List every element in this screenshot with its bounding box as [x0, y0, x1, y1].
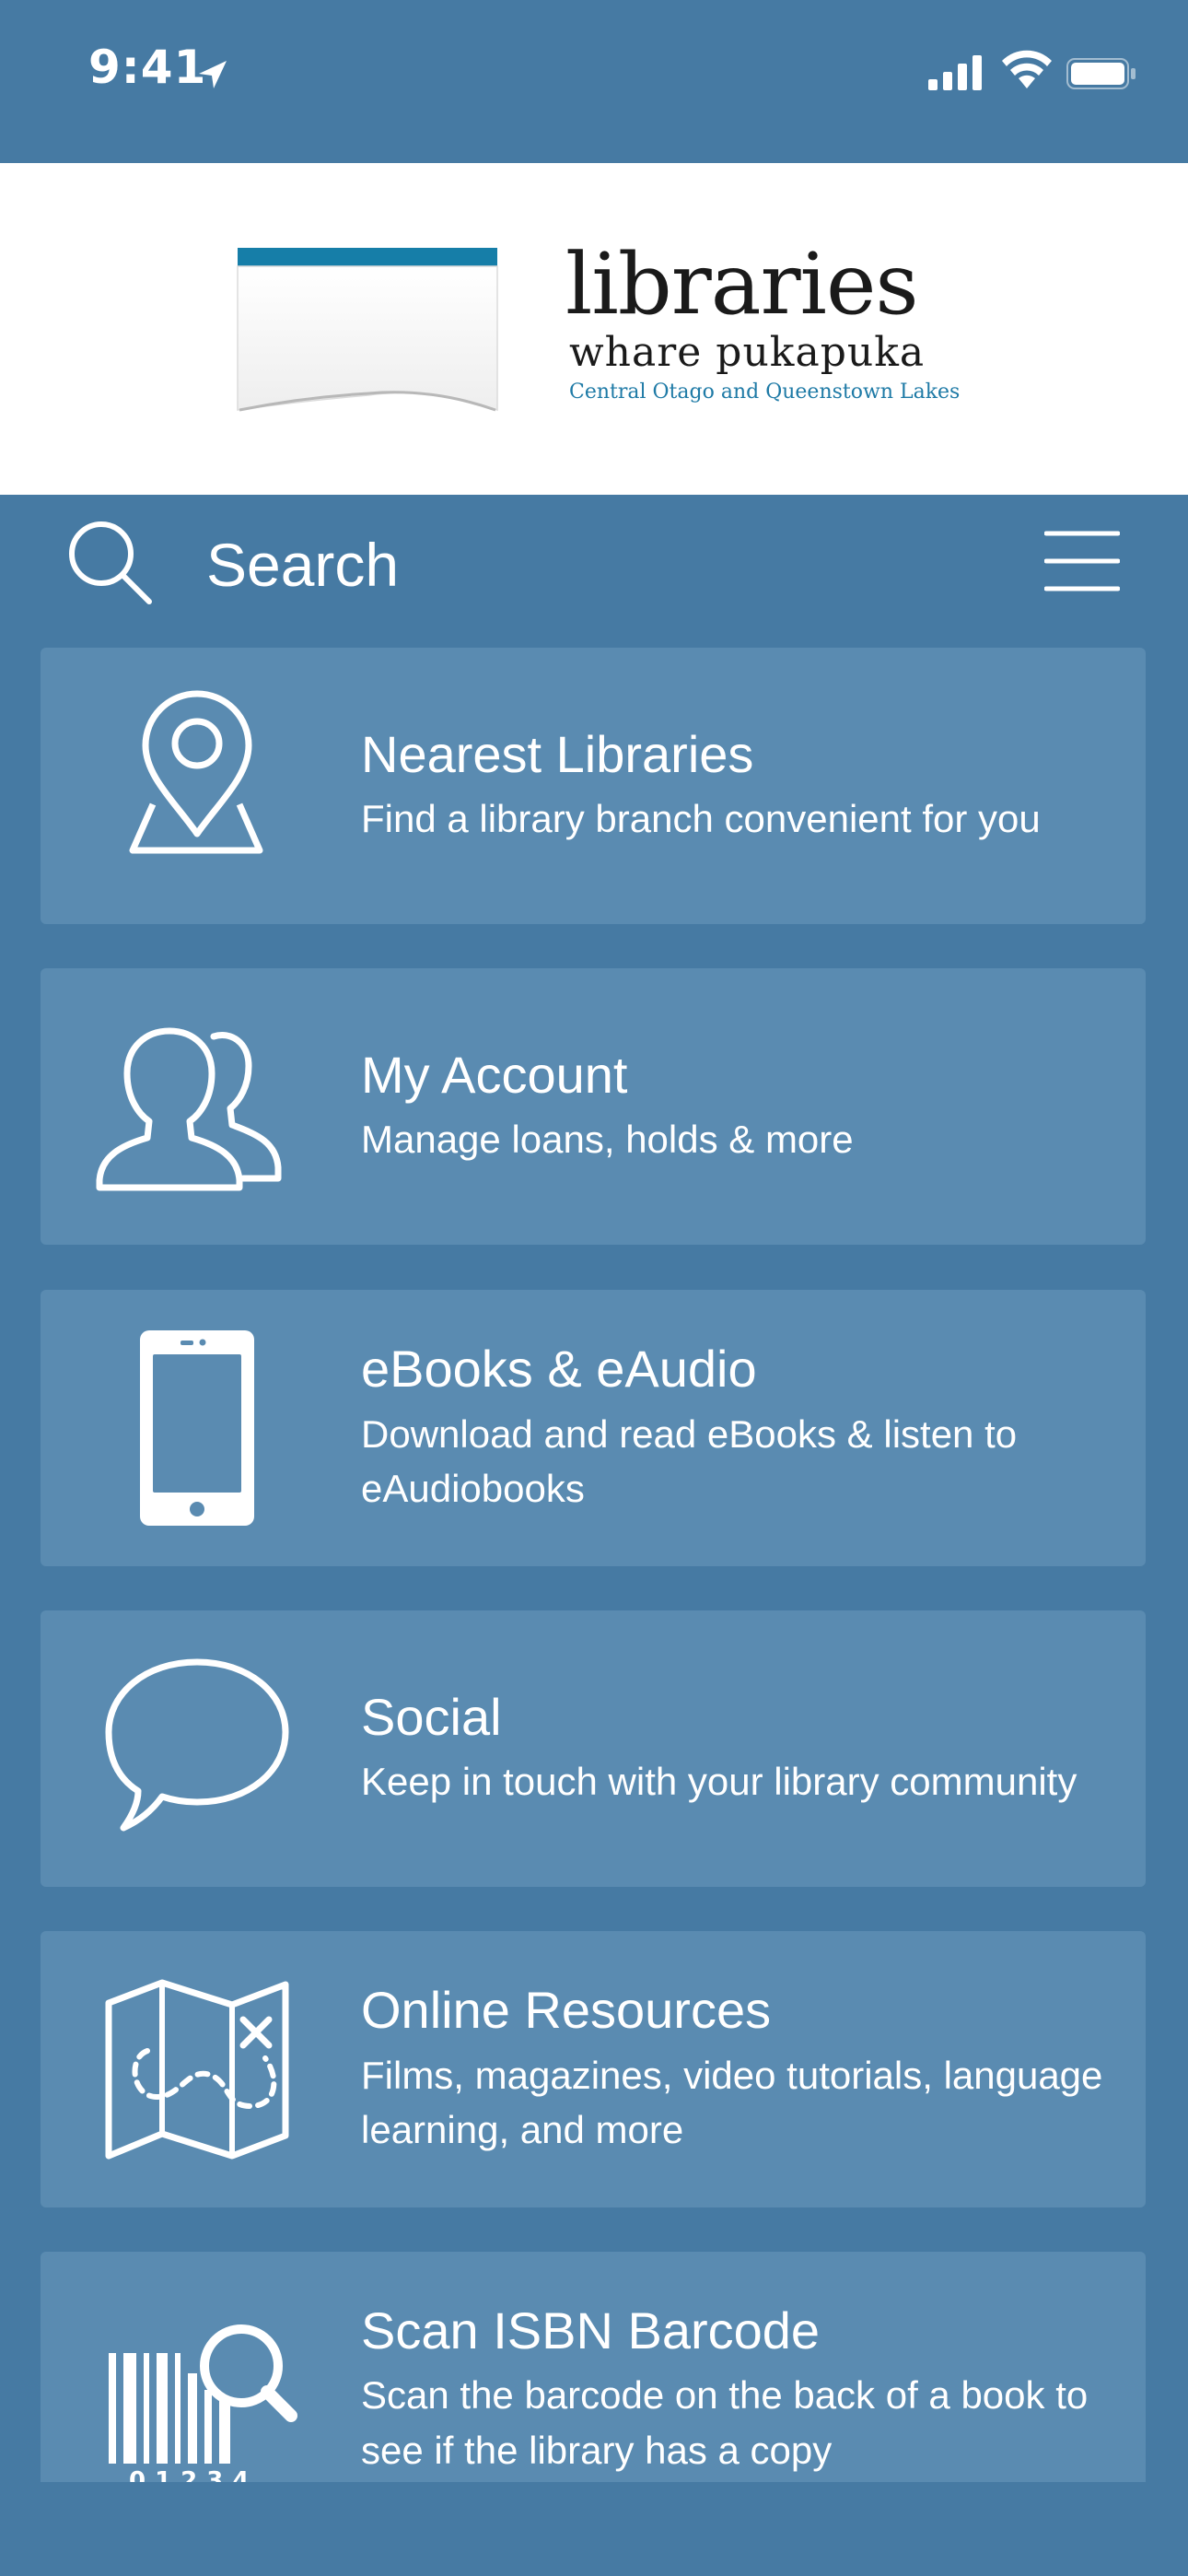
treasure-map-icon — [105, 1979, 289, 2160]
menu-item-scan-isbn-barcode[interactable]: 01234 Scan ISBN Barcode Scan the barcode… — [41, 2252, 1146, 2482]
menu-item-title: Scan ISBN Barcode — [361, 2301, 821, 2359]
hamburger-menu-icon[interactable] — [1044, 528, 1120, 594]
menu-item-description: Find a library branch convenient for you — [361, 797, 1041, 841]
menu-item-description: Keep in touch with your library communit… — [361, 1760, 1077, 1804]
menu-item-title: Online Resources — [361, 1981, 772, 2040]
wifi-icon — [1002, 50, 1052, 88]
logo-title: libraries — [565, 235, 919, 334]
menu-item-description: Manage loans, holds & more — [361, 1118, 854, 1162]
menu-item-description: Download and read eBooks & listen to eAu… — [361, 1411, 1018, 1511]
logo-region: Central Otago and Queenstown Lakes — [569, 381, 961, 404]
status-time: 9:41 — [88, 41, 207, 94]
status-bar: 9:41 — [0, 0, 1188, 163]
menu-item-title: Social — [361, 1687, 502, 1746]
menu-item-title: My Account — [361, 1045, 628, 1104]
menu-item-nearest-libraries[interactable]: Nearest Libraries Find a library branch … — [41, 648, 1146, 924]
map-pin-icon — [129, 690, 263, 854]
search-bar[interactable]: Search — [0, 495, 1188, 633]
menu-item-title: Nearest Libraries — [361, 724, 754, 783]
menu-item-title: eBooks & eAudio — [361, 1340, 757, 1399]
menu-item-description: Films, magazines, video tutorials, langu… — [361, 2053, 1103, 2152]
battery-icon — [1066, 58, 1136, 89]
bottom-band — [0, 2482, 1188, 2576]
menu-item-social[interactable]: Social Keep in touch with your library c… — [41, 1610, 1146, 1887]
library-book-logo-icon — [237, 248, 498, 412]
menu-item-ebooks-eaudio[interactable]: eBooks & eAudio Download and read eBooks… — [41, 1290, 1146, 1566]
logo-subtitle: whare pukapuka — [569, 329, 926, 376]
menu-item-description: Scan the barcode on the back of a book t… — [361, 2373, 1089, 2473]
cellular-signal-icon — [928, 55, 982, 90]
search-label[interactable]: Search — [206, 532, 399, 599]
speech-bubble-icon — [105, 1658, 289, 1832]
menu-item-online-resources[interactable]: Online Resources Films, magazines, video… — [41, 1931, 1146, 2207]
menu-item-my-account[interactable]: My Account Manage loans, holds & more — [41, 968, 1146, 1245]
users-icon — [96, 1027, 282, 1191]
barcode-digits: 01234 — [129, 2467, 259, 2482]
search-icon[interactable] — [64, 517, 157, 609]
app-header: libraries whare pukapuka Central Otago a… — [0, 163, 1188, 495]
barcode-scan-icon — [109, 2324, 297, 2464]
location-arrow-icon — [199, 61, 227, 88]
phone-icon — [140, 1330, 254, 1526]
